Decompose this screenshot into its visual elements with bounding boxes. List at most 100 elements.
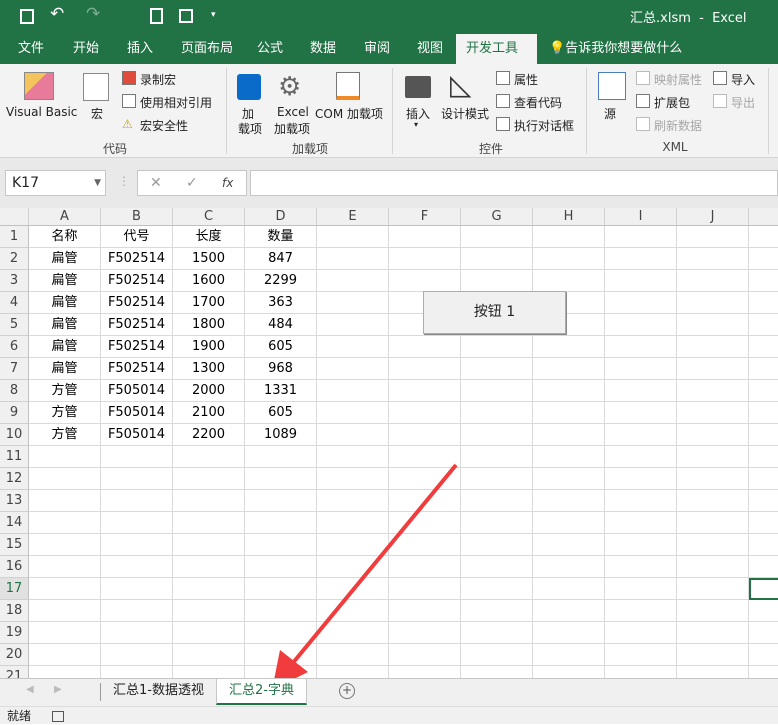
cell[interactable]: F502514 bbox=[101, 292, 173, 314]
cell[interactable] bbox=[677, 292, 749, 314]
cell[interactable] bbox=[317, 358, 389, 380]
cell[interactable] bbox=[605, 490, 677, 512]
cell[interactable] bbox=[605, 402, 677, 424]
cell[interactable] bbox=[533, 600, 605, 622]
cell[interactable] bbox=[317, 248, 389, 270]
cell[interactable] bbox=[605, 424, 677, 446]
cell[interactable] bbox=[29, 622, 101, 644]
row-header[interactable]: 15 bbox=[0, 534, 29, 556]
cell[interactable] bbox=[317, 666, 389, 678]
name-box[interactable]: K17 ▼ bbox=[5, 170, 106, 196]
cell[interactable] bbox=[749, 446, 778, 468]
cell[interactable] bbox=[245, 644, 317, 666]
excel-addins-button[interactable]: Excel bbox=[277, 105, 309, 119]
cell[interactable] bbox=[749, 578, 778, 600]
cell[interactable] bbox=[605, 336, 677, 358]
cell[interactable] bbox=[461, 512, 533, 534]
scroll-left-icon[interactable]: ◀ bbox=[26, 684, 34, 695]
cell[interactable] bbox=[389, 226, 461, 248]
tab-view[interactable]: 视图 bbox=[413, 34, 447, 64]
cell[interactable] bbox=[389, 622, 461, 644]
cell[interactable] bbox=[29, 490, 101, 512]
row-header[interactable]: 14 bbox=[0, 512, 29, 534]
cell[interactable] bbox=[245, 534, 317, 556]
cell[interactable] bbox=[317, 270, 389, 292]
cell[interactable] bbox=[173, 512, 245, 534]
record-macro-button[interactable]: 录制宏 bbox=[140, 71, 176, 88]
cell[interactable] bbox=[317, 292, 389, 314]
visual-basic-button[interactable]: Visual Basic bbox=[6, 105, 77, 119]
cell[interactable] bbox=[461, 380, 533, 402]
cell[interactable]: 2100 bbox=[173, 402, 245, 424]
cell[interactable] bbox=[533, 666, 605, 678]
cell[interactable] bbox=[389, 270, 461, 292]
cell[interactable] bbox=[29, 512, 101, 534]
cell[interactable]: 1300 bbox=[173, 358, 245, 380]
cell[interactable]: F502514 bbox=[101, 336, 173, 358]
cell[interactable]: F505014 bbox=[101, 402, 173, 424]
cell[interactable]: 1900 bbox=[173, 336, 245, 358]
cell[interactable] bbox=[317, 424, 389, 446]
cell[interactable] bbox=[461, 666, 533, 678]
cell[interactable] bbox=[605, 556, 677, 578]
row-header[interactable]: 3 bbox=[0, 270, 29, 292]
cell[interactable]: 605 bbox=[245, 336, 317, 358]
cell[interactable] bbox=[533, 336, 605, 358]
tab-home[interactable]: 开始 bbox=[69, 34, 103, 64]
cell[interactable] bbox=[461, 534, 533, 556]
insert-function-icon[interactable]: fx bbox=[222, 171, 233, 195]
cell[interactable]: 方管 bbox=[29, 380, 101, 402]
cell[interactable] bbox=[533, 622, 605, 644]
cell[interactable] bbox=[317, 490, 389, 512]
column-header-G[interactable]: G bbox=[461, 208, 533, 226]
cell[interactable] bbox=[173, 666, 245, 678]
cell[interactable] bbox=[749, 490, 778, 512]
cell[interactable] bbox=[29, 666, 101, 678]
cell[interactable]: 名称 bbox=[29, 226, 101, 248]
map-properties-button[interactable]: 映射属性 bbox=[654, 71, 702, 88]
expansion-pack-button[interactable]: 扩展包 bbox=[654, 94, 690, 111]
cell[interactable] bbox=[605, 622, 677, 644]
cell[interactable] bbox=[461, 600, 533, 622]
cell[interactable]: F505014 bbox=[101, 380, 173, 402]
cell[interactable]: 2200 bbox=[173, 424, 245, 446]
customize-icon[interactable] bbox=[179, 9, 193, 23]
cell[interactable] bbox=[245, 556, 317, 578]
cell[interactable] bbox=[317, 336, 389, 358]
cell[interactable] bbox=[389, 402, 461, 424]
cell[interactable] bbox=[749, 292, 778, 314]
cell[interactable] bbox=[677, 402, 749, 424]
cell[interactable] bbox=[677, 468, 749, 490]
cell[interactable] bbox=[533, 248, 605, 270]
properties-button[interactable]: 属性 bbox=[514, 71, 538, 88]
cell[interactable]: 2299 bbox=[245, 270, 317, 292]
cell[interactable] bbox=[317, 468, 389, 490]
cell[interactable] bbox=[173, 622, 245, 644]
cell[interactable]: 扁管 bbox=[29, 270, 101, 292]
cell[interactable] bbox=[605, 666, 677, 678]
cell[interactable] bbox=[461, 424, 533, 446]
scroll-right-icon[interactable]: ▶ bbox=[54, 684, 62, 695]
cell[interactable] bbox=[317, 578, 389, 600]
cell[interactable] bbox=[533, 358, 605, 380]
cancel-icon[interactable]: ✕ bbox=[150, 171, 162, 195]
refresh-data-button[interactable]: 刷新数据 bbox=[654, 117, 702, 134]
cell[interactable] bbox=[605, 512, 677, 534]
cell[interactable] bbox=[389, 380, 461, 402]
cell[interactable] bbox=[677, 270, 749, 292]
formula-input[interactable] bbox=[250, 170, 778, 196]
cell[interactable]: F502514 bbox=[101, 358, 173, 380]
worksheet-grid[interactable]: A B C D E F G H I J 1 名称 代号 长度 数量 2 扁管 F502514 1500 847 3 扁管 F… bbox=[0, 208, 778, 678]
cell[interactable] bbox=[677, 380, 749, 402]
cell[interactable] bbox=[101, 468, 173, 490]
cell[interactable]: 方管 bbox=[29, 402, 101, 424]
relative-ref-button[interactable]: 使用相对引用 bbox=[140, 94, 212, 111]
cell[interactable] bbox=[389, 424, 461, 446]
cell[interactable] bbox=[101, 556, 173, 578]
cell[interactable] bbox=[245, 490, 317, 512]
cell[interactable] bbox=[101, 534, 173, 556]
row-header[interactable]: 20 bbox=[0, 644, 29, 666]
cell[interactable] bbox=[173, 644, 245, 666]
tab-review[interactable]: 审阅 bbox=[360, 34, 394, 64]
cell[interactable]: 1800 bbox=[173, 314, 245, 336]
